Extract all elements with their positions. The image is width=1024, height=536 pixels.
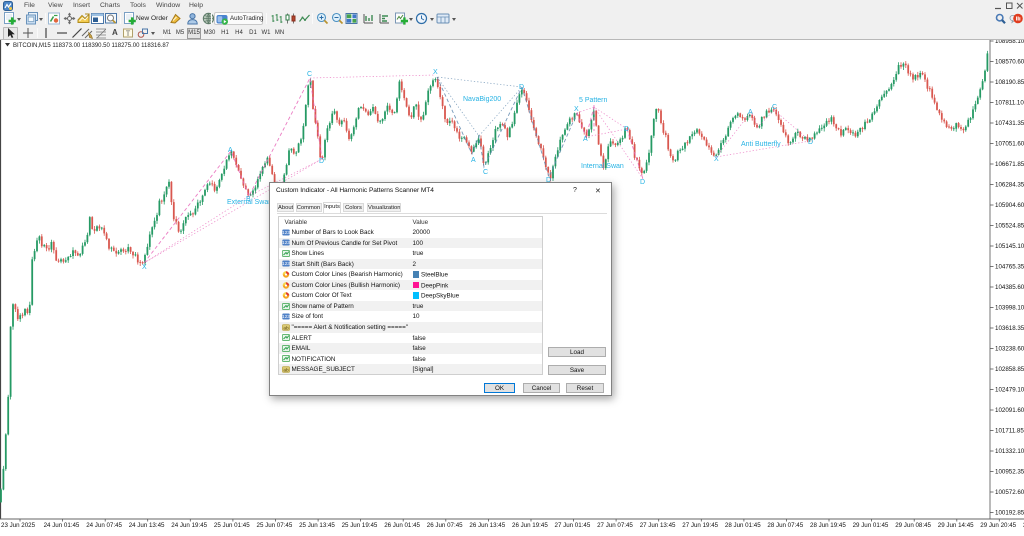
svg-text:102479.10: 102479.10 (995, 387, 1024, 394)
svg-text:X: X (142, 264, 147, 271)
svg-text:102858.85: 102858.85 (995, 366, 1024, 373)
svg-text:107051.60: 107051.60 (995, 141, 1024, 148)
svg-text:28 Jun 19:45: 28 Jun 19:45 (810, 522, 846, 529)
svg-text:A: A (583, 136, 588, 143)
svg-text:105904.60: 105904.60 (995, 202, 1024, 209)
svg-text:28 Jun 01:45: 28 Jun 01:45 (725, 522, 761, 529)
svg-text:28 Jun 07:45: 28 Jun 07:45 (767, 522, 803, 529)
svg-text:108570.60: 108570.60 (995, 59, 1024, 66)
svg-text:25 Jun 01:45: 25 Jun 01:45 (214, 522, 250, 529)
svg-text:101332.10: 101332.10 (995, 448, 1024, 455)
svg-text:27 Jun 07:45: 27 Jun 07:45 (597, 522, 633, 529)
svg-text:107811.10: 107811.10 (995, 100, 1024, 107)
svg-text:NavaBig200: NavaBig200 (463, 96, 501, 103)
svg-text:100192.85: 100192.85 (995, 510, 1024, 517)
svg-text:C: C (772, 104, 777, 111)
svg-text:T: T (126, 30, 131, 38)
svg-text:External Swan: External Swan (227, 199, 272, 206)
svg-text:123: 123 (282, 241, 290, 246)
svg-text:A: A (471, 157, 476, 164)
svg-text:X: X (714, 156, 719, 163)
svg-text:123: 123 (282, 314, 290, 319)
svg-text:D: D (624, 126, 629, 133)
svg-text:A: A (748, 109, 753, 116)
svg-text:101711.85: 101711.85 (995, 428, 1024, 435)
svg-text:26 Jun 07:45: 26 Jun 07:45 (427, 522, 463, 529)
svg-text:D: D (808, 139, 813, 146)
svg-text:103998.10: 103998.10 (995, 305, 1024, 312)
svg-text:D: D (519, 84, 524, 91)
svg-text:102091.60: 102091.60 (995, 407, 1024, 414)
svg-text:105145.10: 105145.10 (995, 243, 1024, 250)
svg-text:ab: ab (283, 325, 289, 331)
svg-text:108958.10: 108958.10 (995, 40, 1024, 45)
svg-text:23 Jun 2025: 23 Jun 2025 (1, 522, 36, 529)
svg-text:106284.35: 106284.35 (995, 182, 1024, 189)
svg-text:X: X (574, 106, 579, 113)
svg-text:Anti Butterfly: Anti Butterfly (741, 141, 781, 148)
svg-text:BITCOIN,M15 118373.00 118390.: BITCOIN,M15 118373.00 118390.50 118275.0… (13, 43, 170, 49)
svg-text:D: D (319, 158, 324, 165)
svg-text:123: 123 (282, 262, 290, 267)
svg-text:C: C (483, 169, 488, 176)
svg-text:123: 123 (282, 230, 290, 235)
svg-text:100572.60: 100572.60 (995, 489, 1024, 496)
svg-text:29 Jun 08:45: 29 Jun 08:45 (895, 522, 931, 529)
svg-text:A: A (228, 147, 233, 154)
svg-text:29 Jun 01:45: 29 Jun 01:45 (853, 522, 889, 529)
svg-text:27 Jun 01:45: 27 Jun 01:45 (555, 522, 591, 529)
svg-text:103618.35: 103618.35 (995, 325, 1024, 332)
svg-text:Internal Swan: Internal Swan (581, 163, 624, 170)
svg-text:C: C (307, 71, 312, 78)
svg-text:26 Jun 01:45: 26 Jun 01:45 (384, 522, 420, 529)
svg-text:26 Jun 13:45: 26 Jun 13:45 (469, 522, 505, 529)
svg-text:29 Jun 20:45: 29 Jun 20:45 (980, 522, 1016, 529)
svg-text:104385.60: 104385.60 (995, 284, 1024, 291)
svg-text:105524.85: 105524.85 (995, 223, 1024, 230)
svg-text:108190.85: 108190.85 (995, 79, 1024, 86)
svg-text:25 Jun 07:45: 25 Jun 07:45 (257, 522, 293, 529)
svg-text:D: D (640, 179, 645, 186)
svg-text:106671.85: 106671.85 (995, 161, 1024, 168)
svg-text:24 Jun 01:45: 24 Jun 01:45 (44, 522, 80, 529)
svg-text:X: X (433, 69, 438, 76)
svg-text:100952.35: 100952.35 (995, 469, 1024, 476)
svg-text:ab: ab (283, 367, 289, 373)
svg-text:103238.60: 103238.60 (995, 346, 1024, 353)
svg-text:24 Jun 19:45: 24 Jun 19:45 (171, 522, 207, 529)
svg-text:107431.35: 107431.35 (995, 120, 1024, 127)
svg-text:24 Jun 07:45: 24 Jun 07:45 (86, 522, 122, 529)
svg-text:24 Jun 13:45: 24 Jun 13:45 (129, 522, 165, 529)
svg-text:29 Jun 14:45: 29 Jun 14:45 (938, 522, 974, 529)
svg-text:27 Jun 19:45: 27 Jun 19:45 (682, 522, 718, 529)
svg-text:104765.35: 104765.35 (995, 264, 1024, 271)
svg-text:25 Jun 19:45: 25 Jun 19:45 (342, 522, 378, 529)
svg-text:25 Jun 13:45: 25 Jun 13:45 (299, 522, 335, 529)
svg-text:26 Jun 19:45: 26 Jun 19:45 (512, 522, 548, 529)
svg-text:5 Pattern: 5 Pattern (579, 97, 608, 104)
svg-text:27 Jun 13:45: 27 Jun 13:45 (640, 522, 676, 529)
